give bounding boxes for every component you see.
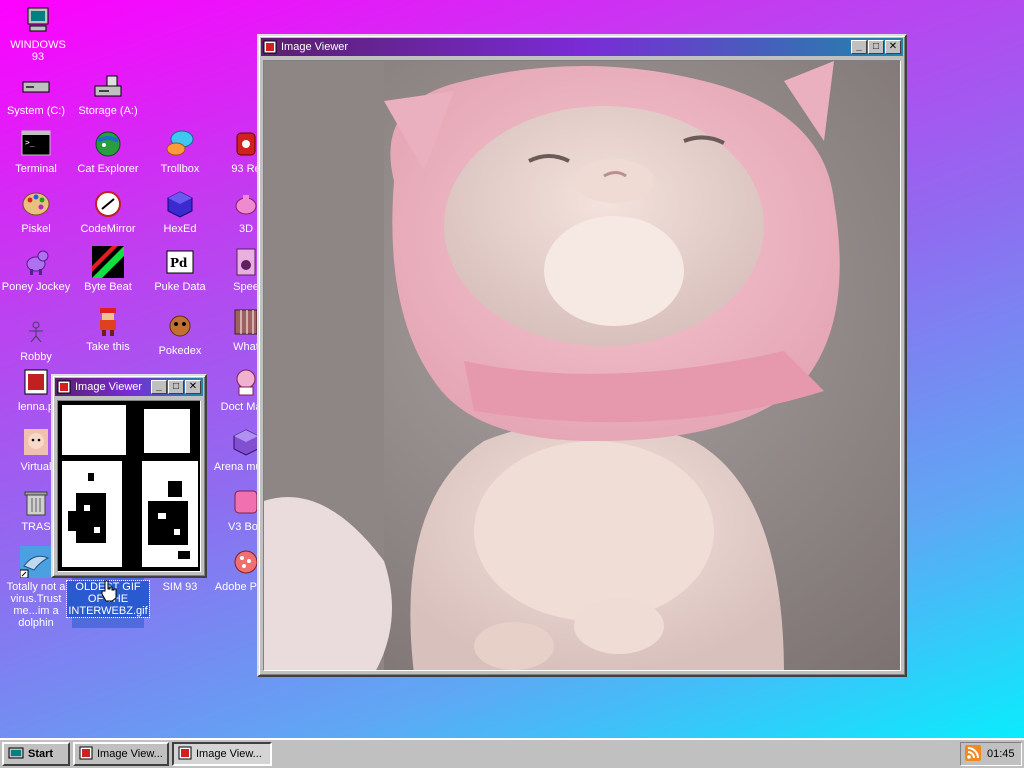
image-viewer-window-main[interactable]: Image Viewer _ □ ✕ xyxy=(257,34,907,677)
stick-figure-icon xyxy=(20,316,52,348)
hard-drive-icon xyxy=(20,70,52,102)
cat-photo xyxy=(264,61,900,670)
icon-label: CodeMirror xyxy=(80,223,136,235)
icon-label: Trollbox xyxy=(160,163,200,175)
desktop-icon-system-c[interactable]: System (C:) xyxy=(0,70,72,117)
icon-label: What xyxy=(233,341,259,353)
gif-canvas xyxy=(57,400,201,572)
image-viewer-app-icon xyxy=(79,746,93,763)
floppy-drive-icon xyxy=(92,70,124,102)
oldest-gif-image xyxy=(58,401,200,571)
icon-label: Virtual xyxy=(20,461,52,473)
desktop-icon-windows93[interactable]: WINDOWS 93 xyxy=(2,4,74,63)
pixel-character-icon xyxy=(92,306,124,338)
image-file-icon xyxy=(20,366,52,398)
icon-label: TRAS xyxy=(21,521,51,533)
image-viewer-app-icon xyxy=(178,746,192,763)
icon-label: Byte Beat xyxy=(84,281,132,293)
desktop-icon-storage-a[interactable]: Storage (A:) xyxy=(72,70,144,117)
icon-label: WINDOWS 93 xyxy=(10,39,66,63)
system-tray: 01:45 xyxy=(960,742,1022,766)
start-button[interactable]: Start xyxy=(2,742,70,766)
title-bar[interactable]: Image Viewer _ □ ✕ xyxy=(55,378,203,396)
cube-icon xyxy=(164,188,196,220)
icon-label: Cat Explorer xyxy=(77,163,139,175)
byte-beat-icon xyxy=(92,246,124,278)
desktop-icon-puke-data[interactable]: Pd Puke Data xyxy=(144,246,216,293)
rss-feed-icon[interactable] xyxy=(965,744,981,764)
maximize-button[interactable]: □ xyxy=(168,380,184,394)
window-title: Image Viewer xyxy=(75,381,143,393)
close-button[interactable]: ✕ xyxy=(185,380,201,394)
minimize-button[interactable]: _ xyxy=(851,40,867,54)
icon-label: Terminal xyxy=(15,163,57,175)
icon-label: Spee xyxy=(233,281,259,293)
trash-icon xyxy=(20,486,52,518)
start-label: Start xyxy=(28,748,54,760)
desktop-icon-poney-jockey[interactable]: Poney Jockey xyxy=(0,246,72,293)
image-viewer-app-icon xyxy=(263,40,277,54)
taskbar: Start Image View... Image View... 01:45 xyxy=(0,738,1024,768)
desktop-icon-robby[interactable]: Robby xyxy=(0,316,72,363)
title-bar[interactable]: Image Viewer _ □ ✕ xyxy=(261,38,903,56)
icon-label: Storage (A:) xyxy=(78,105,138,117)
paint-palette-icon xyxy=(20,188,52,220)
icon-label: SIM 93 xyxy=(162,581,198,593)
start-logo-icon xyxy=(8,746,24,763)
icon-label: Puke Data xyxy=(154,281,206,293)
icon-label: lenna.p xyxy=(17,401,55,413)
desktop-icon-terminal[interactable]: >_ Terminal xyxy=(0,128,72,175)
icon-label: Pokedex xyxy=(158,345,202,357)
svg-text:Pd: Pd xyxy=(170,256,188,270)
icon-label: Robby xyxy=(20,351,52,363)
desktop-icon-piskel[interactable]: Piskel xyxy=(0,188,72,235)
icon-label: Take this xyxy=(86,341,130,353)
icon-label: Poney Jockey xyxy=(1,281,71,293)
taskbar-task-image-viewer-1[interactable]: Image View... xyxy=(73,742,169,766)
image-canvas xyxy=(263,60,901,671)
codemirror-icon xyxy=(92,188,124,220)
icon-label: HexEd xyxy=(163,223,197,235)
icon-label: System (C:) xyxy=(6,105,66,117)
creature-icon xyxy=(164,310,196,342)
desktop-icon-hexed[interactable]: HexEd xyxy=(144,188,216,235)
desktop-icon-trollbox[interactable]: Trollbox xyxy=(144,128,216,175)
desktop-icon-codemirror[interactable]: CodeMirror xyxy=(72,188,144,235)
pony-icon xyxy=(20,246,52,278)
task-label: Image View... xyxy=(196,748,262,760)
desktop-icon-cat-explorer[interactable]: Cat Explorer xyxy=(72,128,144,175)
chat-bubble-icon xyxy=(164,128,196,160)
face-icon xyxy=(20,426,52,458)
desktop-icon-take-this[interactable]: Take this xyxy=(72,306,144,353)
window-title: Image Viewer xyxy=(281,41,349,53)
terminal-icon: >_ xyxy=(20,128,52,160)
close-button[interactable]: ✕ xyxy=(885,40,901,54)
dolphin-icon xyxy=(20,546,52,578)
image-viewer-app-icon xyxy=(57,380,71,394)
desktop-icon-byte-beat[interactable]: Byte Beat xyxy=(72,246,144,293)
globe-cat-icon xyxy=(92,128,124,160)
image-viewer-window-small[interactable]: Image Viewer _ □ ✕ xyxy=(51,374,207,578)
svg-text:>_: >_ xyxy=(25,138,35,147)
icon-label: 3D xyxy=(238,223,254,235)
hand-cursor-icon xyxy=(100,580,118,605)
minimize-button[interactable]: _ xyxy=(151,380,167,394)
maximize-button[interactable]: □ xyxy=(868,40,884,54)
icon-label: Totally not a virus.Trust me...im a dolp… xyxy=(6,581,66,629)
icon-label: Piskel xyxy=(21,223,51,235)
task-label: Image View... xyxy=(97,748,163,760)
taskbar-task-image-viewer-2[interactable]: Image View... xyxy=(172,742,272,766)
computer-icon xyxy=(22,4,54,36)
puke-data-icon: Pd xyxy=(164,246,196,278)
clock[interactable]: 01:45 xyxy=(987,748,1015,760)
desktop-icon-pokedex[interactable]: Pokedex xyxy=(144,310,216,357)
